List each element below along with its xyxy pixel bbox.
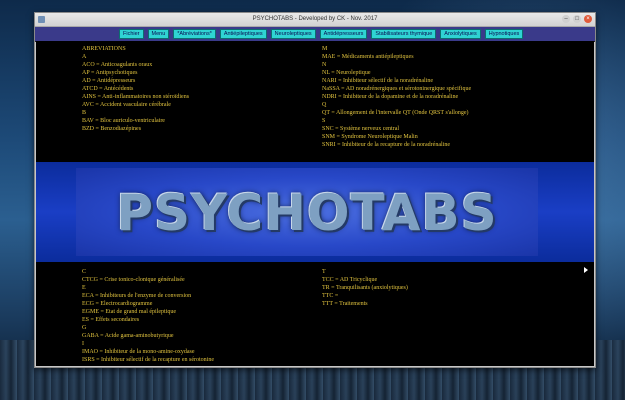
- abbrev-line: TCC = AD Tricyclique: [322, 277, 378, 283]
- menu-menu[interactable]: Menu: [147, 29, 170, 39]
- abbrev-line: IMAO = Inhibiteur de la mono-amine-oxyda…: [82, 349, 195, 355]
- abbrev-line: NDRI = Inhibiteur de la dopamine et de l…: [322, 94, 459, 100]
- window-controls: – □ ×: [562, 15, 592, 23]
- abbrev-line: C: [82, 269, 87, 275]
- abbrev-line: QT = Allongement de l'intervalle QT (Ond…: [322, 110, 469, 116]
- banner-title: PSYCHOTABS: [116, 184, 498, 242]
- abbrev-line: NL = Neuroleptique: [322, 70, 371, 76]
- abbrev-line: ISRS = Inhibiteur sélectif de la recaptu…: [82, 357, 215, 363]
- abbrev-line: T: [322, 269, 326, 275]
- menu-neuroleptiques[interactable]: Neuroleptiques: [270, 29, 316, 39]
- abbrev-line: BZD = Benzodiazépines: [82, 126, 142, 132]
- menu-anxiolytiques[interactable]: Anxiolytiques: [440, 29, 481, 39]
- menu-abreviations[interactable]: *Abréviations*: [173, 29, 216, 39]
- abbrev-line: AINS = Anti-inflammatoires non stéroïdie…: [82, 94, 190, 100]
- menu-antidepresseurs[interactable]: Antidépresseurs: [319, 29, 368, 39]
- abbrev-line: E: [82, 285, 86, 291]
- abbrev-line: A: [82, 54, 87, 60]
- abbrev-line: NaSSA = AD noradrénergiques et sérotonin…: [322, 86, 472, 92]
- abbrev-line: ATCD = Antécédents: [82, 86, 134, 92]
- abbrev-line: N: [322, 62, 327, 68]
- abbrev-line: TR = Tranquilisants (anxiolytiques): [322, 285, 408, 291]
- abbrev-line: ACO = Anticoagulants oraux: [82, 62, 153, 68]
- abbrev-line: AVC = Accident vasculaire cérébrale: [82, 102, 171, 108]
- abbrev-line: AP = Antipsychotiques: [82, 70, 138, 76]
- abbrev-line: TTC =: [322, 293, 339, 299]
- window-title: PSYCHOTABS - Developed by CK - Nov. 2017: [252, 16, 378, 22]
- mouse-cursor-icon: [584, 267, 588, 273]
- menu-antiepileptiques[interactable]: Antiépileptiques: [219, 29, 267, 39]
- abbrev-line: G: [82, 325, 87, 331]
- app-icon: [38, 16, 45, 23]
- abbrev-line: CTCG = Crise tonico-clonique généralisée: [82, 277, 185, 283]
- abbrev-line: M: [322, 46, 328, 52]
- abbrev-line: BAV = Bloc auriculo-ventriculaire: [82, 118, 165, 124]
- abbrev-column-left-top: ABREVIATIONS A ACO = Anticoagulants oraux A…: [82, 45, 189, 133]
- abbrev-line: AD = Antidépresseurs: [82, 78, 136, 84]
- banner: PSYCHOTABS: [36, 162, 594, 262]
- title-bar[interactable]: PSYCHOTABS - Developed by CK - Nov. 2017…: [35, 13, 595, 27]
- abbrev-line: SNRI = Inhibiteur de la recapture de la …: [322, 142, 450, 148]
- abbrev-line: ECA = Inhibiteurs de l'enzyme de convers…: [82, 293, 192, 299]
- abbrev-line: EGME = Etat de grand mal épileptique: [82, 309, 177, 315]
- abbrev-line: TTT = Traitements: [322, 301, 368, 307]
- abbrev-line: S: [322, 118, 326, 124]
- abbrev-line: NARI = Inhibiteur sélectif de la noradré…: [322, 78, 434, 84]
- menu-stabilisateurs-thymique[interactable]: Stabilisateurs thymique: [371, 29, 437, 39]
- close-icon[interactable]: ×: [584, 15, 592, 23]
- abbrev-column-left-bottom: C CTCG = Crise tonico-clonique généralisé…: [82, 268, 214, 364]
- abbrev-line: MAE = Médicaments antiépileptiques: [322, 54, 414, 60]
- abbrev-line: GABA = Acide gama-aminobutyrique: [82, 333, 174, 339]
- menu-fichier[interactable]: Fichier: [119, 29, 144, 39]
- maximize-icon[interactable]: □: [573, 15, 581, 23]
- abbrev-line: SNC = Système nerveux central: [322, 126, 400, 132]
- abbrev-line: Q: [322, 102, 327, 108]
- abbreviations-panel: ABREVIATIONS A ACO = Anticoagulants oraux A…: [36, 41, 594, 366]
- abbrev-line: ES = Effets secondaires: [82, 317, 140, 323]
- menu-hypnotiques[interactable]: Hypnotiques: [484, 29, 524, 39]
- banner-logo: PSYCHOTABS: [76, 168, 538, 256]
- abbrev-column-right-bottom: T TCC = AD Tricyclique TR = Tranquilisants…: [322, 268, 408, 308]
- abbrev-line: I: [82, 341, 84, 347]
- abbrev-line: B: [82, 110, 87, 116]
- menu-bar: Fichier Menu *Abréviations* Antiépilepti…: [35, 27, 595, 42]
- app-window: PSYCHOTABS - Developed by CK - Nov. 2017…: [34, 12, 596, 368]
- minimize-icon[interactable]: –: [562, 15, 570, 23]
- abbrev-line: ABREVIATIONS: [82, 46, 126, 52]
- abbrev-line: ECG = Electrocardiogramme: [82, 301, 153, 307]
- abbrev-line: SNM = Syndrome Neuroleptique Malin: [322, 134, 418, 140]
- abbrev-column-right-top: M MAE = Médicaments antiépileptiques N NL =…: [322, 45, 471, 149]
